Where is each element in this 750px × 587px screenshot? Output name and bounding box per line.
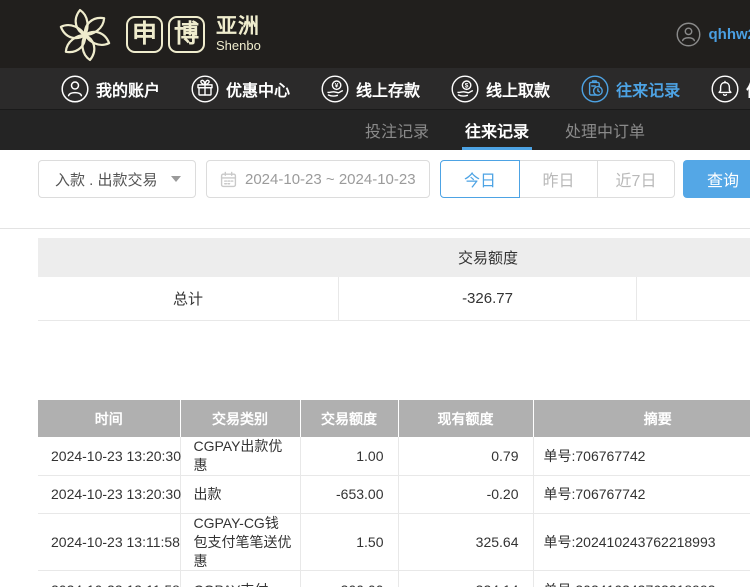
summary-header-row: 交易额度	[38, 238, 750, 277]
user-avatar-icon	[676, 22, 700, 46]
transaction-type-select[interactable]: 入款 . 出款交易	[38, 160, 196, 198]
table-row: 2024-10-23 13:11:58 CGPAY-CG钱包支付笔笔送优惠 1.…	[38, 513, 750, 572]
today-button[interactable]: 今日	[440, 160, 520, 198]
summary-total-label: 总计	[38, 277, 339, 320]
cell-time: 2024-10-23 13:11:58	[38, 570, 181, 587]
cell-category: CGPAY-CG钱包支付笔笔送优惠	[180, 513, 301, 572]
cell-time: 2024-10-23 13:20:30	[38, 475, 181, 514]
nav-label: 线上取款	[486, 82, 551, 100]
username: qhhw2	[708, 25, 750, 43]
brand-region-en: Shenbo	[216, 38, 261, 53]
tab-betting-records[interactable]: 投注记录	[362, 110, 432, 150]
records-header-row: 时间 交易类别 交易额度 现有额度 摘要	[38, 400, 750, 437]
search-button[interactable]: 查询	[683, 160, 750, 198]
brand-region: 亚洲 Shenbo	[216, 16, 261, 52]
table-row: 2024-10-23 13:20:30 出款 -653.00 -0.20 单号:…	[38, 475, 750, 514]
flower-logo-icon	[59, 8, 111, 62]
user-menu[interactable]: qhhw2	[676, 22, 750, 47]
bell-icon	[711, 74, 739, 103]
summary-total-value: -326.77	[339, 277, 637, 320]
yesterday-button[interactable]: 昨日	[520, 160, 598, 198]
col-header-time: 时间	[38, 400, 181, 437]
svg-text:¥: ¥	[335, 82, 339, 89]
svg-text:$: $	[465, 82, 469, 89]
tab-transaction-records[interactable]: 往来记录	[462, 110, 533, 150]
cell-amount: 1.50	[300, 513, 399, 572]
cell-category: CGPAY支付	[180, 570, 301, 587]
summary-total-row: 总计 -326.77	[38, 277, 750, 321]
nav-item-deposit[interactable]: ¥ 线上存款	[321, 74, 421, 103]
summary-empty-cell	[637, 277, 750, 320]
table-row: 2024-10-23 13:11:58 CGPAY支付 300.00 324.1…	[38, 570, 750, 587]
brand-wordmark: 申 博 亚洲 Shenbo	[126, 15, 261, 53]
cell-time: 2024-10-23 13:20:30	[38, 437, 181, 476]
cell-amount: 1.00	[300, 437, 399, 476]
main-nav: 我的账户 优惠中心 ¥ 线上存款 $ 线上取款 往来记录	[0, 68, 750, 110]
nav-label: 我的账户	[96, 82, 161, 100]
calendar-icon	[220, 171, 237, 187]
cell-amount: -653.00	[300, 475, 399, 514]
chevron-down-icon	[171, 176, 181, 182]
cell-balance: -0.20	[398, 475, 534, 514]
nav-item-my-account[interactable]: 我的账户	[61, 74, 161, 103]
last7days-button[interactable]: 近7日	[597, 160, 675, 198]
nav-label: 线上存款	[356, 82, 421, 100]
cell-note: 单号:202410243762218993	[533, 513, 750, 572]
account-icon	[61, 74, 89, 103]
cell-category: CGPAY出款优惠	[180, 437, 301, 476]
brand-char-1: 申	[126, 15, 163, 53]
summary-table: 交易额度 总计 -326.77	[38, 238, 750, 321]
nav-item-promotions[interactable]: 优惠中心	[191, 74, 291, 103]
cell-category: 出款	[180, 475, 301, 514]
date-range-input[interactable]: 2024-10-23 ~ 2024-10-23	[206, 160, 430, 198]
cell-note: 单号:706767742	[533, 475, 750, 514]
cell-time: 2024-10-23 13:11:58	[38, 513, 181, 572]
section-divider	[0, 228, 750, 229]
cell-balance: 0.79	[398, 437, 534, 476]
cell-amount: 300.00	[300, 570, 399, 587]
date-range-value: 2024-10-23 ~ 2024-10-23	[245, 170, 416, 188]
cell-note: 单号:706767742	[533, 437, 750, 476]
tab-pending-orders[interactable]: 处理中订单	[562, 110, 648, 150]
table-row: 2024-10-23 13:20:30 CGPAY出款优惠 1.00 0.79 …	[38, 437, 750, 476]
transaction-type-value: 入款 . 出款交易	[55, 171, 158, 189]
col-header-amount: 交易额度	[300, 400, 399, 437]
filter-bar: 入款 . 出款交易 2024-10-23 ~ 2024-10-23 今日 昨日 …	[38, 160, 750, 198]
nav-label: 信息	[746, 77, 750, 101]
deposit-icon: ¥	[321, 74, 349, 103]
nav-item-messages[interactable]: 信息	[711, 74, 750, 103]
records-table: 时间 交易类别 交易额度 现有额度 摘要 2024-10-23 13:20:30…	[38, 400, 750, 587]
brand-char-2: 博	[168, 15, 205, 53]
brand-logo[interactable]: 申 博 亚洲 Shenbo	[52, 1, 261, 67]
summary-header-amount: 交易额度	[457, 250, 518, 267]
col-header-note: 摘要	[533, 400, 750, 437]
col-header-balance: 现有额度	[398, 400, 534, 437]
cell-balance: 324.14	[398, 570, 534, 587]
nav-item-withdraw[interactable]: $ 线上取款	[451, 74, 551, 103]
brand-region-cn: 亚洲	[216, 15, 260, 38]
topbar: 申 博 亚洲 Shenbo qhhw2	[0, 0, 750, 68]
withdraw-icon: $	[451, 74, 479, 103]
col-header-category: 交易类别	[180, 400, 301, 437]
quick-date-group: 今日 昨日 近7日	[440, 160, 675, 198]
gift-icon	[191, 74, 219, 103]
nav-label: 往来记录	[616, 82, 681, 100]
cell-balance: 325.64	[398, 513, 534, 572]
cell-note: 单号:202410243762218993	[533, 570, 750, 587]
sub-nav: 投注记录 往来记录 处理中订单	[0, 110, 750, 150]
records-icon	[581, 74, 609, 103]
page: 申 博 亚洲 Shenbo qhhw2 我的账	[0, 0, 750, 587]
nav-item-transactions[interactable]: 往来记录	[581, 74, 681, 103]
nav-label: 优惠中心	[226, 82, 291, 100]
